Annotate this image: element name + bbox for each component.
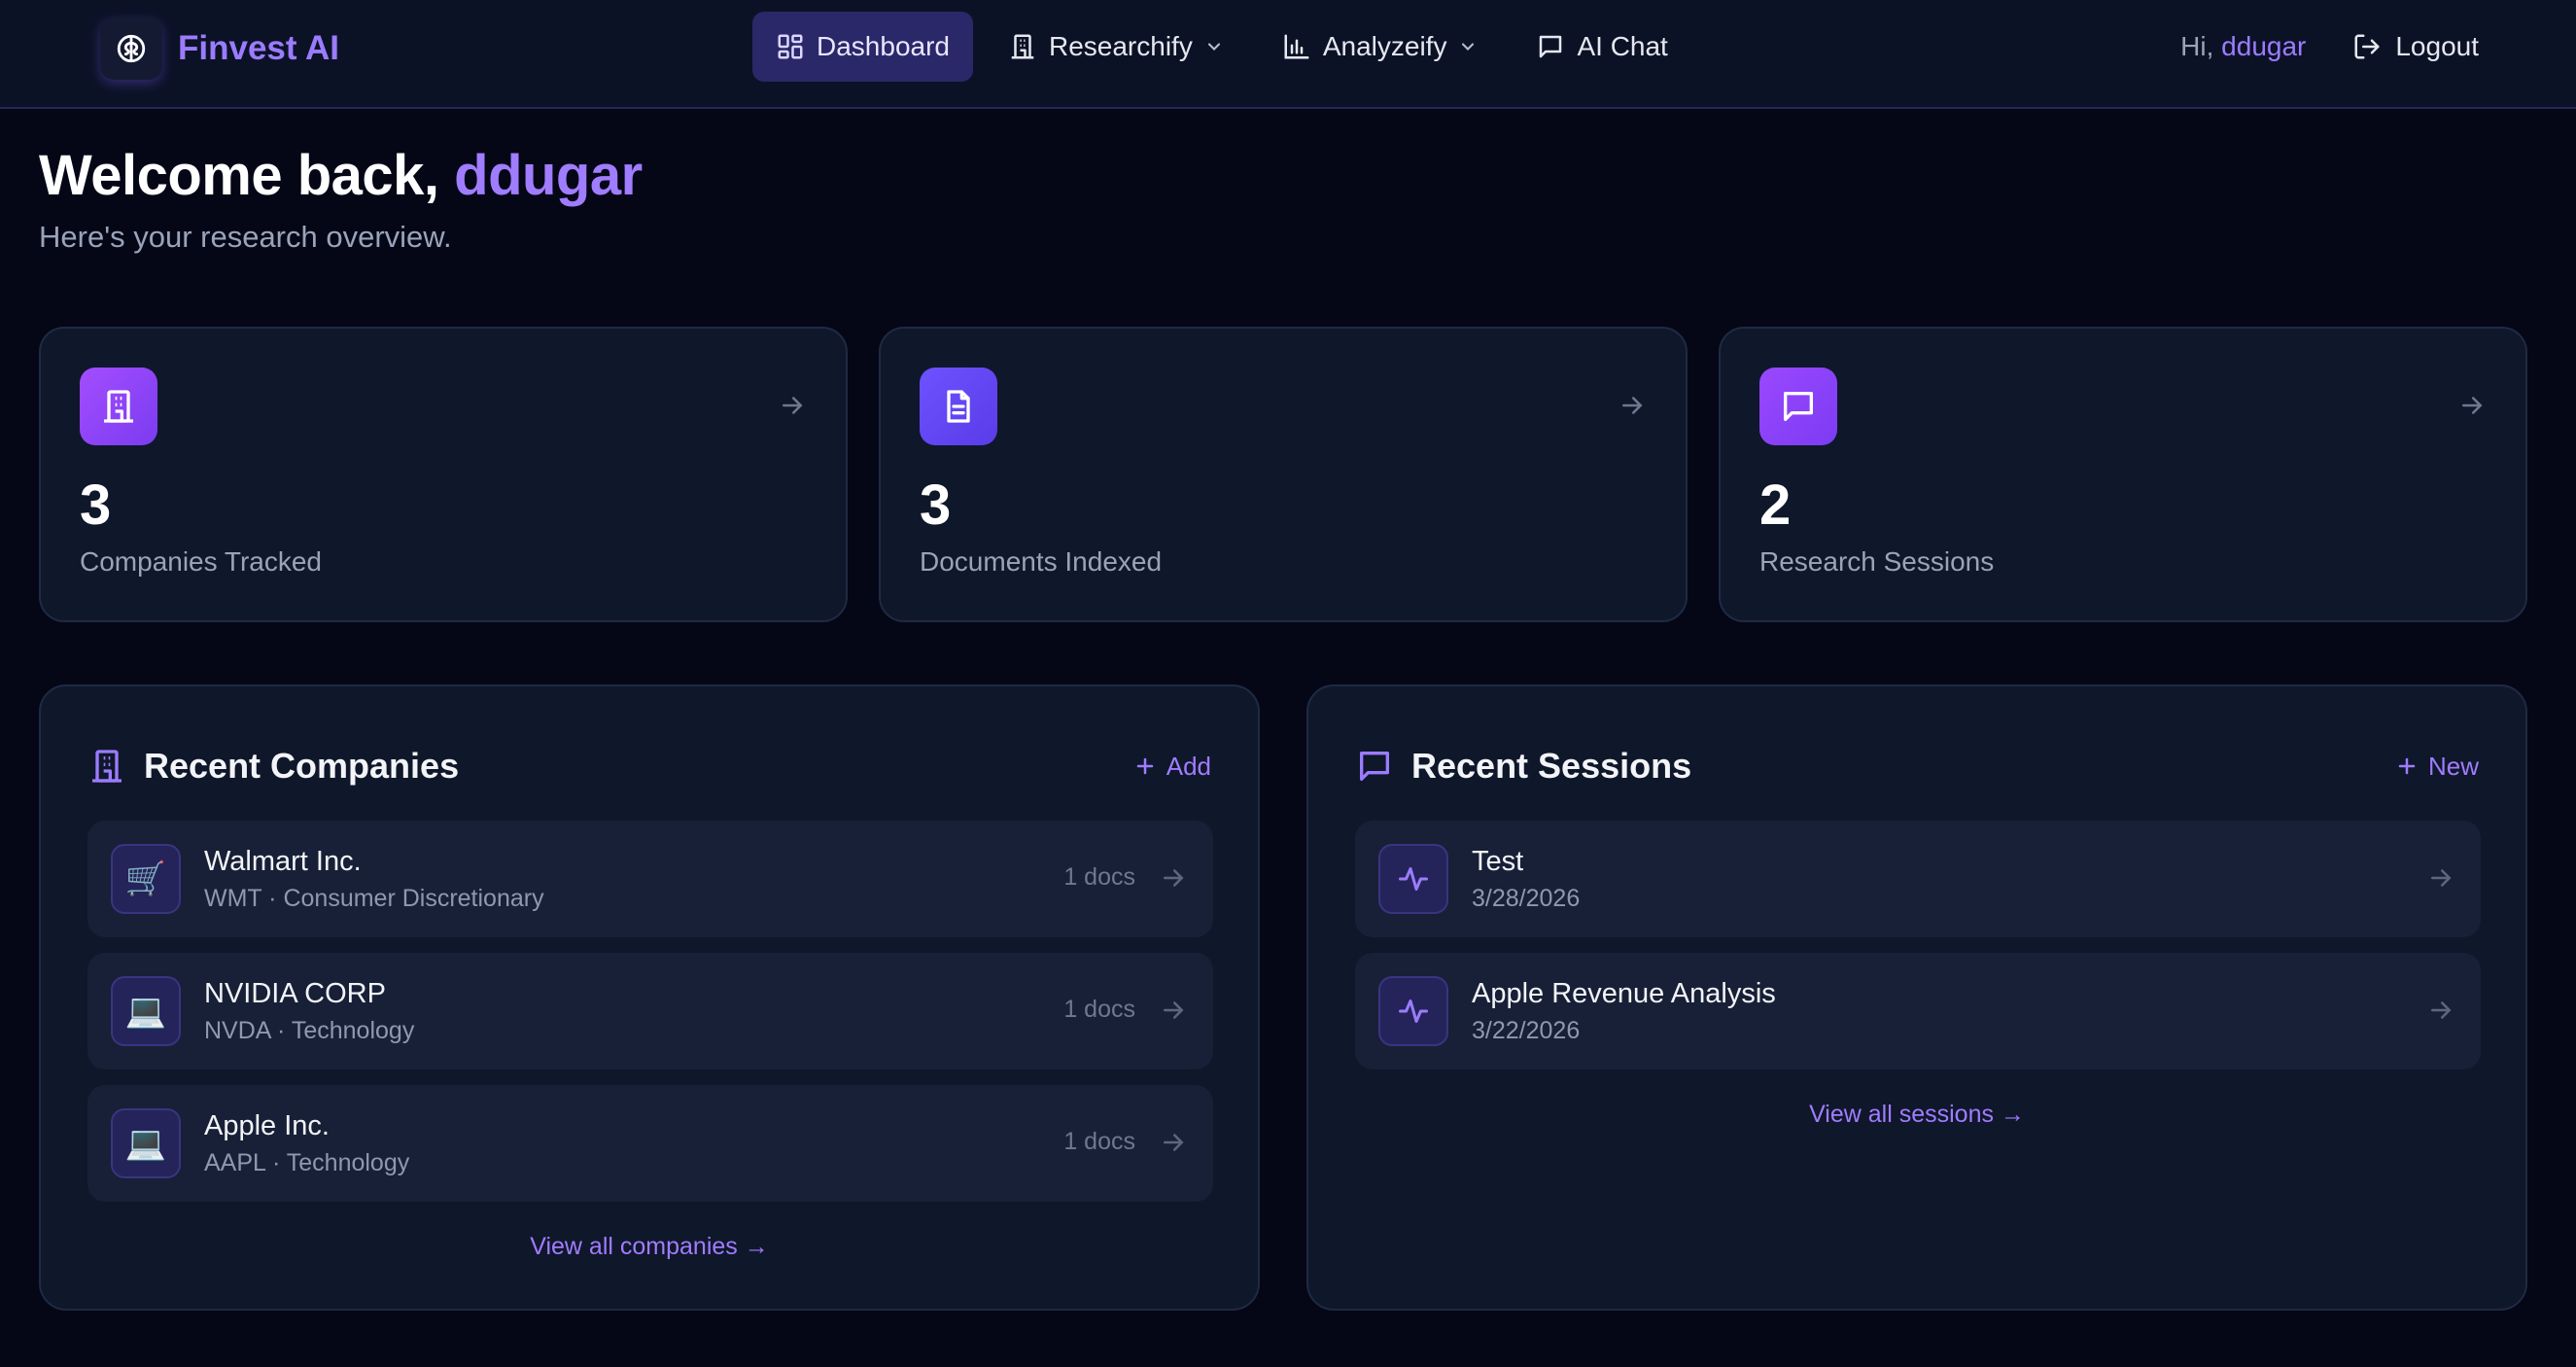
session-row-test[interactable]: Test 3/28/2026 xyxy=(1355,821,2481,937)
stat-label: Research Sessions xyxy=(1759,546,1995,577)
logout-icon xyxy=(2354,34,2380,59)
doc-count: 1 docs xyxy=(1063,863,1135,891)
greeting-prefix: Hi, xyxy=(2180,31,2214,61)
activity-icon xyxy=(1378,844,1448,914)
welcome-title: Welcome back, xyxy=(39,144,439,207)
stat-value: 3 xyxy=(80,473,112,537)
plus-icon xyxy=(1136,757,1153,775)
view-all-companies-link[interactable]: View all companies → xyxy=(41,1233,1258,1261)
stat-value: 3 xyxy=(920,473,952,537)
greeting: Hi, ddugar xyxy=(2180,31,2306,62)
doc-count: 1 docs xyxy=(1063,1128,1135,1155)
top-nav: Finvest AI Dashboard Researchify Analyze… xyxy=(0,0,2576,109)
cart-icon: 🛒 xyxy=(111,844,181,914)
nav-dashboard-label: Dashboard xyxy=(817,31,950,61)
nav-analyzeify-label: Analyzeify xyxy=(1322,31,1447,61)
arrow-right-icon xyxy=(1164,869,1184,887)
company-row-apple[interactable]: 💻 Apple Inc. AAPL · Technology 1 docs xyxy=(87,1085,1213,1202)
arrow-right-icon xyxy=(1164,1134,1184,1151)
stat-value: 2 xyxy=(1759,473,1792,537)
panel-title: Recent Sessions xyxy=(1411,746,1692,786)
laptop-icon: 💻 xyxy=(111,976,181,1046)
company-name: NVIDIA CORP xyxy=(204,978,386,1009)
session-date: 3/28/2026 xyxy=(1472,885,1581,912)
welcome-subtitle: Here's your research overview. xyxy=(39,220,452,254)
session-date: 3/22/2026 xyxy=(1472,1017,1581,1044)
company-row-nvidia[interactable]: 💻 NVIDIA CORP NVDA · Technology 1 docs xyxy=(87,953,1213,1069)
stat-card-companies[interactable]: 3 Companies Tracked xyxy=(39,327,848,622)
nav-links: Dashboard Researchify Analyzeify AI Chat xyxy=(752,12,1703,82)
document-icon xyxy=(920,368,997,445)
session-row-apple-revenue[interactable]: Apple Revenue Analysis 3/22/2026 xyxy=(1355,953,2481,1069)
bar-chart-icon xyxy=(1284,34,1309,59)
nav-ai-chat-label: AI Chat xyxy=(1577,31,1668,61)
user-area: Hi, ddugar Logout xyxy=(2180,12,2479,82)
welcome-section: Welcome back, ddugar Here's your researc… xyxy=(39,142,643,255)
arrow-right-icon xyxy=(1622,397,1643,414)
session-name: Test xyxy=(1472,846,1524,877)
company-name: Walmart Inc. xyxy=(204,846,362,877)
page-title: Welcome back, ddugar xyxy=(39,142,643,210)
logout-button[interactable]: Logout xyxy=(2352,31,2479,62)
company-meta: AAPL · Technology xyxy=(204,1149,410,1176)
chevron-down-icon xyxy=(1207,43,1220,51)
nav-ai-chat[interactable]: AI Chat xyxy=(1513,12,1690,82)
recent-companies-panel: Recent Companies Add 🛒 Walmart Inc. WMT … xyxy=(39,684,1260,1311)
company-row-walmart[interactable]: 🛒 Walmart Inc. WMT · Consumer Discretion… xyxy=(87,821,1213,937)
company-name: Apple Inc. xyxy=(204,1110,330,1141)
username: ddugar xyxy=(2221,31,2307,61)
chat-icon xyxy=(1540,35,1562,58)
add-company-button[interactable]: Add xyxy=(1133,752,1211,782)
chat-icon xyxy=(1360,752,1389,781)
recent-sessions-panel: Recent Sessions New Test 3/28/2026 Apple… xyxy=(1306,684,2527,1311)
company-meta: WMT · Consumer Discretionary xyxy=(204,885,544,912)
building-icon xyxy=(92,750,122,783)
welcome-name: ddugar xyxy=(454,144,643,207)
company-meta: NVDA · Technology xyxy=(204,1017,415,1044)
stat-card-documents[interactable]: 3 Documents Indexed xyxy=(879,327,1688,622)
nav-researchify-label: Researchify xyxy=(1048,31,1193,61)
stat-card-sessions[interactable]: 2 Research Sessions xyxy=(1719,327,2527,622)
stat-label: Documents Indexed xyxy=(920,546,1163,577)
panel-header: Recent Companies Add xyxy=(87,741,1211,791)
building-icon xyxy=(1011,34,1034,59)
arrow-right-icon xyxy=(783,397,803,414)
brand-name: Finvest AI xyxy=(178,29,339,67)
building-icon xyxy=(80,368,157,445)
chevron-down-icon xyxy=(1462,43,1475,51)
panel-title: Recent Companies xyxy=(144,746,460,786)
dashboard-icon xyxy=(778,34,803,59)
nav-analyzeify[interactable]: Analyzeify xyxy=(1259,12,1502,82)
logout-label: Logout xyxy=(2395,31,2479,61)
new-session-button[interactable]: New xyxy=(2395,752,2479,782)
plus-icon xyxy=(2398,757,2416,775)
new-label: New xyxy=(2427,751,2479,781)
arrow-right-icon xyxy=(2462,397,2483,414)
arrow-right-icon xyxy=(2431,869,2452,887)
chat-icon xyxy=(1759,368,1837,445)
brand[interactable]: Finvest AI xyxy=(100,18,339,80)
laptop-icon: 💻 xyxy=(111,1108,181,1178)
session-name: Apple Revenue Analysis xyxy=(1472,978,1776,1009)
add-label: Add xyxy=(1166,751,1211,781)
arrow-right-icon xyxy=(1164,1001,1184,1019)
nav-dashboard[interactable]: Dashboard xyxy=(752,12,973,82)
activity-icon xyxy=(1378,976,1448,1046)
doc-count: 1 docs xyxy=(1063,996,1135,1023)
stat-label: Companies Tracked xyxy=(80,546,323,577)
brain-icon xyxy=(100,18,162,80)
arrow-right-icon xyxy=(2431,1001,2452,1019)
panel-header: Recent Sessions New xyxy=(1355,741,2479,791)
view-all-sessions-link[interactable]: View all sessions → xyxy=(1308,1101,2525,1129)
nav-researchify[interactable]: Researchify xyxy=(985,12,1247,82)
